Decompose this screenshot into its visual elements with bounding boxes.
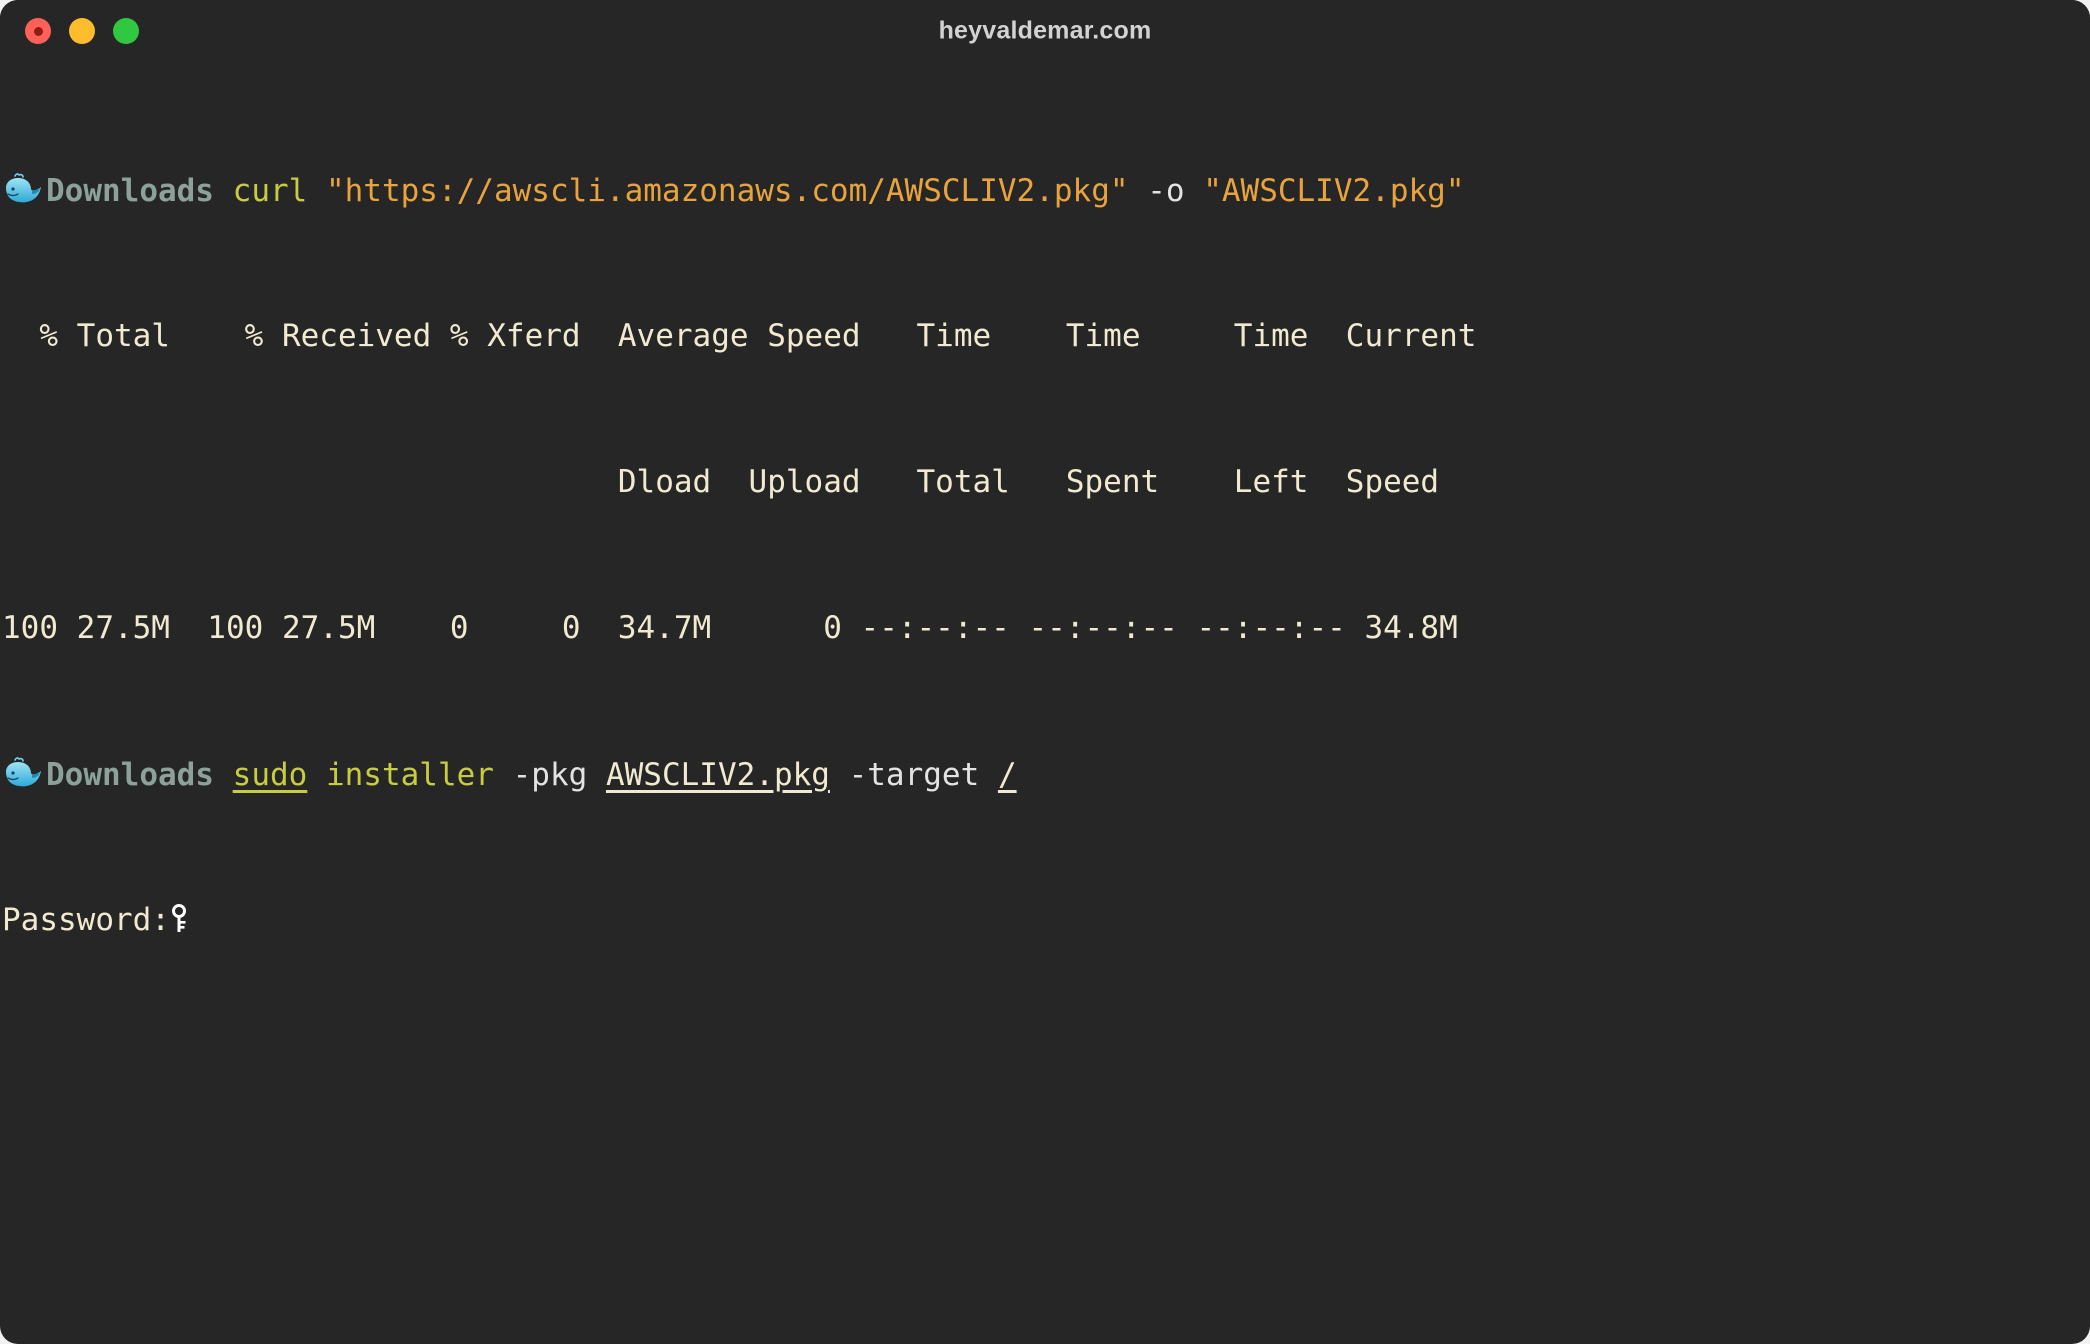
key-icon: [170, 903, 190, 934]
progress-header-row-1: % Total % Received % Xferd Average Speed…: [2, 317, 1477, 354]
curl-command: curl: [232, 172, 308, 209]
pkg-file-path: AWSCLIV2.pkg: [605, 756, 830, 793]
space-5: [214, 757, 233, 793]
space-3: [1129, 173, 1148, 209]
curl-output-argument: "AWSCLIV2.pkg": [1203, 172, 1465, 209]
space-8: [587, 757, 606, 793]
space-9: [830, 757, 849, 793]
space-6: [307, 757, 326, 793]
space-7: [494, 757, 513, 793]
window-title: heyvaldemar.com: [938, 16, 1152, 45]
password-prompt-label: Password:: [2, 901, 170, 938]
space-1: [214, 173, 233, 209]
title-bar[interactable]: heyvaldemar.com: [0, 0, 2090, 62]
whale-icon: [2, 172, 46, 204]
space-2: [307, 173, 326, 209]
target-root-path: /: [997, 756, 1017, 793]
password-prompt-line[interactable]: Password:: [0, 902, 2090, 939]
curl-output-flag: -o: [1147, 172, 1185, 209]
command-line-2: Downloads sudo installer -pkg AWSCLIV2.p…: [0, 756, 2090, 793]
curl-url-argument: "https://awscli.amazonaws.com/AWSCLIV2.p…: [325, 172, 1129, 209]
sudo-command: sudo: [232, 756, 308, 793]
space-4: [1185, 173, 1204, 209]
installer-command: installer: [325, 756, 494, 793]
prompt-directory: Downloads: [46, 172, 214, 209]
progress-data-row: 100 27.5M 100 27.5M 0 0 34.7M 0 --:--:--…: [2, 609, 1458, 646]
prompt-directory: Downloads: [46, 756, 214, 793]
terminal-output-area[interactable]: Downloads curl "https://awscli.amazonaws…: [0, 62, 2090, 1048]
progress-header-row-2: Dload Upload Total Spent Left Speed: [2, 463, 1440, 500]
command-line-1: Downloads curl "https://awscli.amazonaws…: [0, 172, 2090, 209]
pkg-flag: -pkg: [512, 756, 588, 793]
target-flag: -target: [848, 756, 980, 793]
space-10: [979, 757, 998, 793]
terminal-window: heyvaldemar.com Downloads curl "https://…: [0, 0, 2090, 1344]
whale-icon: [2, 756, 46, 788]
